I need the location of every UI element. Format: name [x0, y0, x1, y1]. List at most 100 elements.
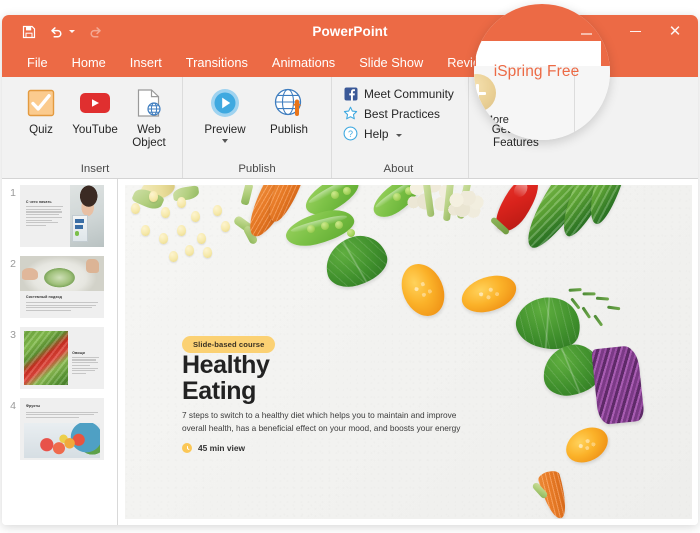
orange-tomato-half — [560, 420, 614, 470]
thumbnail-2-body — [25, 301, 99, 313]
slide-thumbnail-2[interactable]: Системный подход — [20, 256, 104, 318]
current-slide[interactable]: Slide-based course Healthy Eating 7 step… — [125, 185, 692, 519]
thumbnail-4-photo — [24, 422, 100, 458]
publish-globe-icon — [273, 86, 305, 120]
save-icon[interactable] — [20, 23, 37, 40]
thumbnail-2-title: Системный подход — [25, 295, 63, 300]
tab-animations[interactable]: Animations — [260, 48, 347, 77]
slide-thumbnail-1[interactable]: С чего начать — [20, 185, 104, 247]
preview-play-icon — [209, 86, 241, 120]
spotlight-magnifier: Get More Features iSpring Free — [474, 4, 610, 140]
cauliflower — [447, 191, 487, 221]
thumbnail-3-body — [72, 356, 99, 376]
thumbnail-4-title: Фрукты — [25, 404, 41, 409]
ribbon-group-insert: Quiz YouTube Web Object Insert — [8, 77, 182, 178]
corn-kernel — [203, 247, 212, 258]
tab-file[interactable]: File — [15, 48, 60, 77]
group-label-about: About — [383, 163, 414, 175]
corn-kernel — [185, 245, 194, 256]
thumbnail-number: 2 — [10, 258, 16, 270]
facebook-icon — [343, 86, 358, 101]
corn-kernel — [169, 251, 178, 262]
clock-icon — [182, 443, 192, 453]
window-controls: ✕ — [622, 15, 688, 48]
quiz-button[interactable]: Quiz — [15, 82, 67, 136]
svg-text:?: ? — [348, 129, 353, 139]
carrot-greens — [240, 185, 254, 206]
tab-home[interactable]: Home — [60, 48, 118, 77]
web-object-button[interactable]: Web Object — [123, 82, 175, 149]
slide-thumbnail-4[interactable]: Фрукты — [20, 398, 104, 460]
meet-community-button[interactable]: Meet Community — [343, 86, 454, 101]
slide-canvas[interactable]: Slide-based course Healthy Eating 7 step… — [118, 179, 698, 525]
red-cabbage — [591, 344, 645, 426]
pea — [393, 193, 401, 201]
minimize-icon[interactable] — [622, 19, 648, 45]
undo-dropdown-caret[interactable] — [69, 30, 75, 33]
undo-icon[interactable] — [47, 23, 64, 40]
spotlight-tab-label[interactable]: iSpring Free — [474, 41, 599, 103]
tab-transitions[interactable]: Transitions — [174, 48, 260, 77]
main-area: 1 С чего начать 2 Системный подход 3 Ово… — [2, 179, 698, 525]
pea — [343, 187, 351, 195]
pea — [321, 222, 329, 230]
publish-label: Publish — [269, 123, 309, 136]
thumbnail-number: 3 — [10, 329, 16, 341]
youtube-icon — [79, 86, 111, 120]
tab-slide-show[interactable]: Slide Show — [347, 48, 435, 77]
corn-kernel — [177, 225, 186, 236]
list-item[interactable]: 4 Фрукты — [2, 398, 117, 460]
preview-dropdown-caret[interactable] — [222, 139, 228, 143]
list-item[interactable]: 2 Системный подход — [2, 256, 117, 318]
group-label-empty — [483, 175, 549, 176]
yellow-tomato-half — [393, 257, 453, 323]
pea — [307, 225, 315, 233]
thumbnail-1-photo — [70, 185, 104, 247]
help-button[interactable]: ? Help — [343, 126, 454, 141]
corn-kernel — [177, 197, 186, 208]
list-item[interactable]: 1 С чего начать — [2, 185, 117, 247]
star-icon — [343, 106, 358, 121]
ribbon-group-publish: Preview Publish Publish — [182, 77, 331, 178]
close-icon[interactable]: ✕ — [662, 19, 688, 45]
thumbnail-4-body — [25, 411, 99, 420]
corn-husk — [172, 185, 200, 202]
corn-kernel — [149, 191, 158, 202]
quick-access-toolbar — [20, 23, 104, 40]
thumbnail-1-body — [25, 206, 63, 228]
slide-thumbnail-panel[interactable]: 1 С чего начать 2 Системный подход 3 Ово… — [2, 179, 118, 525]
corn-kernel — [161, 207, 170, 218]
youtube-label: YouTube — [72, 123, 118, 136]
redo-icon[interactable] — [87, 23, 104, 40]
publish-button[interactable]: Publish — [263, 82, 315, 136]
list-item[interactable]: 3 Овощи — [2, 327, 117, 389]
ribbon-group-about: Meet Community Best Practices ? Help Abo… — [331, 77, 468, 178]
preview-button[interactable]: Preview — [199, 82, 251, 143]
spotlight-minimize-icon — [581, 33, 592, 35]
thumbnail-number: 1 — [10, 187, 16, 199]
thumbnail-number: 4 — [10, 400, 16, 412]
slide-thumbnail-3[interactable]: Овощи — [20, 327, 104, 389]
thumbnail-2-photo — [20, 256, 104, 291]
thumbnail-3-photo — [24, 330, 68, 386]
corn-kernel — [221, 221, 230, 232]
slide-title: Healthy Eating — [182, 351, 270, 405]
meet-community-label: Meet Community — [364, 86, 454, 101]
corn-kernel — [141, 225, 150, 236]
screenshot-stage: PowerPoint ✕ File Home Insert Transition… — [0, 0, 700, 533]
youtube-button[interactable]: YouTube — [69, 82, 121, 136]
orange-tomato-half — [457, 269, 521, 319]
corn-kernel — [131, 203, 140, 214]
corn-kernel — [159, 233, 168, 244]
thumbnail-3-title: Овощи — [72, 350, 85, 355]
pea — [331, 191, 339, 199]
tab-insert[interactable]: Insert — [118, 48, 174, 77]
help-dropdown-caret[interactable] — [396, 133, 403, 137]
pea — [335, 221, 343, 229]
help-label: Help — [364, 126, 389, 141]
best-practices-button[interactable]: Best Practices — [343, 106, 454, 121]
web-object-label: Web Object — [132, 123, 166, 149]
corn-kernel — [213, 205, 222, 216]
slide-duration: 45 min view — [182, 443, 245, 453]
quiz-checkbox-icon — [26, 86, 56, 120]
